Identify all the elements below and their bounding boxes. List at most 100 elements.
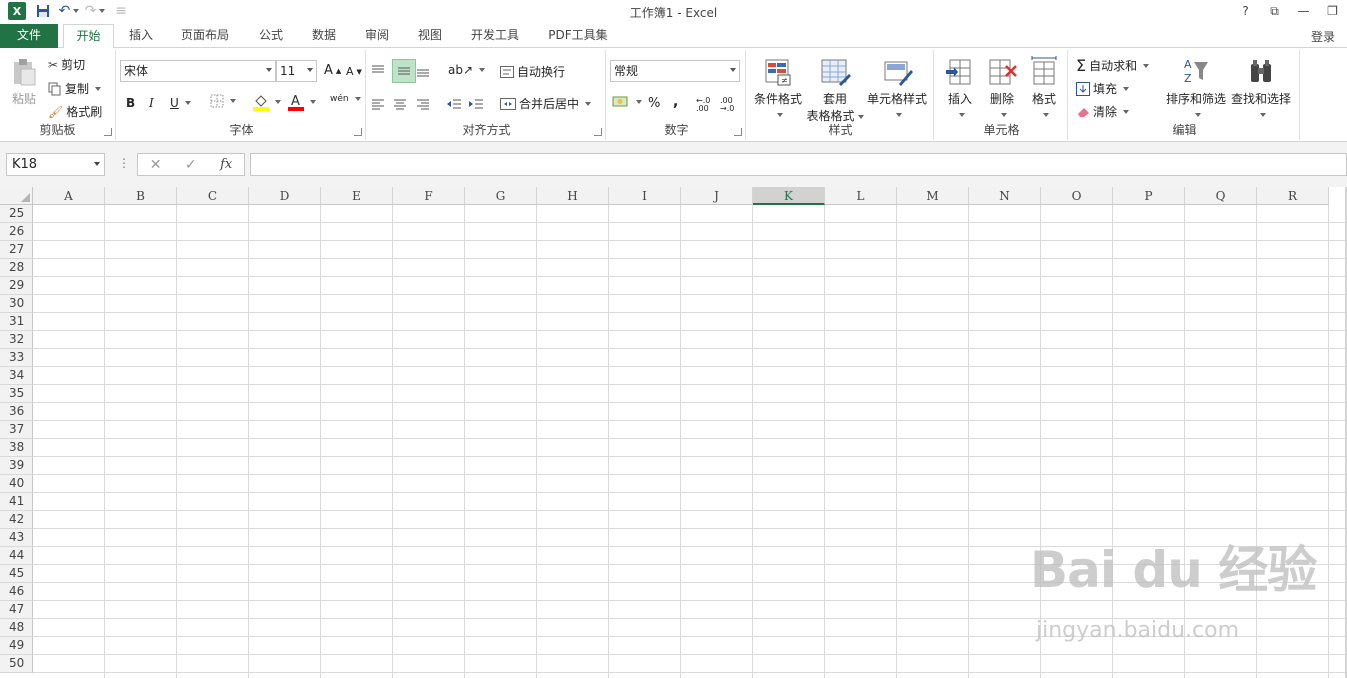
column-header[interactable]: D: [249, 187, 321, 205]
restore-button[interactable]: ❐: [1318, 0, 1347, 22]
bold-button[interactable]: B: [126, 96, 135, 110]
row-header[interactable]: 34: [0, 367, 33, 385]
cut-button[interactable]: ✂ 剪切: [48, 56, 85, 73]
row-header[interactable]: 35: [0, 385, 33, 403]
underline-button[interactable]: U: [170, 96, 191, 110]
phonetic-button[interactable]: wén: [330, 94, 361, 104]
row-header[interactable]: 37: [0, 421, 33, 439]
shrink-font-button[interactable]: A ▼: [346, 65, 362, 78]
column-header[interactable]: Q: [1185, 187, 1257, 205]
column-header[interactable]: L: [825, 187, 897, 205]
grow-font-button[interactable]: A ▲: [324, 63, 341, 78]
row-header[interactable]: 47: [0, 601, 33, 619]
tab-home[interactable]: 开始: [63, 24, 114, 49]
name-box[interactable]: K18: [6, 153, 105, 176]
column-header[interactable]: O: [1041, 187, 1113, 205]
column-header[interactable]: A: [33, 187, 105, 205]
tab-file[interactable]: 文件: [0, 24, 58, 48]
font-size-combo[interactable]: 11: [276, 60, 317, 82]
row-header[interactable]: 25: [0, 205, 33, 223]
wrap-text-button[interactable]: 自动换行: [500, 63, 565, 80]
cell-styles-button[interactable]: 单元格样式: [864, 56, 930, 121]
column-header[interactable]: F: [393, 187, 465, 205]
tab-pdf-tools[interactable]: PDF工具集: [540, 24, 616, 48]
delete-cells-button[interactable]: 删除: [982, 56, 1022, 121]
confirm-entry-icon[interactable]: ✓: [185, 157, 197, 173]
alignment-launcher-icon[interactable]: [594, 128, 602, 136]
tab-data[interactable]: 数据: [301, 24, 347, 48]
copy-button[interactable]: 复制: [48, 80, 102, 97]
column-header[interactable]: C: [177, 187, 249, 205]
column-header[interactable]: I: [609, 187, 681, 205]
conditional-formatting-button[interactable]: ≠ 条件格式: [750, 56, 806, 121]
tab-insert[interactable]: 插入: [118, 24, 164, 48]
row-header[interactable]: 44: [0, 547, 33, 565]
orientation-icon[interactable]: ab↗: [448, 63, 486, 77]
merge-center-button[interactable]: 合并后居中: [500, 95, 592, 112]
row-header[interactable]: 31: [0, 313, 33, 331]
row-header[interactable]: 41: [0, 493, 33, 511]
help-button[interactable]: ?: [1231, 0, 1260, 22]
tab-page-layout[interactable]: 页面布局: [172, 24, 238, 48]
column-header[interactable]: R: [1257, 187, 1329, 205]
column-header[interactable]: P: [1113, 187, 1185, 205]
align-top-icon[interactable]: [371, 60, 393, 82]
column-header[interactable]: G: [465, 187, 537, 205]
column-header[interactable]: M: [897, 187, 969, 205]
autosum-button[interactable]: Σ 自动求和: [1076, 56, 1150, 75]
row-header[interactable]: 30: [0, 295, 33, 313]
formula-bar-splitter-icon[interactable]: ⋮: [118, 156, 130, 170]
row-header[interactable]: 42: [0, 511, 33, 529]
decrease-decimal-button[interactable]: .00 →.0: [720, 97, 742, 113]
clear-button[interactable]: 清除: [1076, 103, 1130, 120]
row-header[interactable]: 49: [0, 637, 33, 655]
percent-button[interactable]: %: [648, 96, 660, 111]
formula-input[interactable]: [250, 153, 1347, 176]
accounting-format-button[interactable]: [612, 95, 642, 109]
fill-color-button[interactable]: [253, 93, 281, 111]
row-header[interactable]: 39: [0, 457, 33, 475]
row-header[interactable]: 38: [0, 439, 33, 457]
column-header[interactable]: J: [681, 187, 753, 205]
minimize-button[interactable]: —: [1289, 0, 1318, 22]
align-middle-icon[interactable]: [392, 59, 416, 83]
cancel-entry-icon[interactable]: ✕: [150, 157, 162, 173]
select-all-button[interactable]: [0, 187, 33, 205]
find-select-button[interactable]: 查找和选择: [1228, 56, 1294, 121]
format-cells-button[interactable]: 格式: [1024, 56, 1064, 121]
row-header[interactable]: 32: [0, 331, 33, 349]
column-header[interactable]: E: [321, 187, 393, 205]
insert-cells-button[interactable]: 插入: [940, 56, 980, 121]
row-header[interactable]: 29: [0, 277, 33, 295]
number-launcher-icon[interactable]: [734, 128, 742, 136]
row-header[interactable]: 40: [0, 475, 33, 493]
clipboard-launcher-icon[interactable]: [104, 128, 112, 136]
format-painter-button[interactable]: 🖌 格式刷: [48, 103, 102, 120]
row-header[interactable]: 26: [0, 223, 33, 241]
font-color-button[interactable]: A: [288, 93, 316, 111]
increase-decimal-button[interactable]: ←.0 .00: [696, 97, 718, 113]
italic-button[interactable]: I: [149, 96, 154, 110]
row-header[interactable]: 27: [0, 241, 33, 259]
insert-function-icon[interactable]: fx: [220, 157, 232, 172]
tab-formulas[interactable]: 公式: [248, 24, 294, 48]
align-bottom-icon[interactable]: [416, 60, 438, 82]
fill-button[interactable]: 填充: [1076, 80, 1130, 97]
column-header[interactable]: K: [753, 187, 825, 205]
align-center-icon[interactable]: [393, 93, 415, 115]
ribbon-display-options-icon[interactable]: ⧉: [1260, 0, 1289, 22]
row-header[interactable]: 45: [0, 565, 33, 583]
align-left-icon[interactable]: [371, 93, 393, 115]
increase-indent-icon[interactable]: [468, 93, 490, 115]
borders-button[interactable]: [210, 94, 236, 108]
column-header[interactable]: N: [969, 187, 1041, 205]
column-header[interactable]: B: [105, 187, 177, 205]
row-header[interactable]: 43: [0, 529, 33, 547]
comma-style-button[interactable]: ,: [673, 94, 678, 110]
tab-review[interactable]: 审阅: [354, 24, 400, 48]
row-header[interactable]: 33: [0, 349, 33, 367]
format-as-table-button[interactable]: 套用 表格格式: [804, 56, 866, 124]
row-header[interactable]: 28: [0, 259, 33, 277]
login-link[interactable]: 登录: [1311, 28, 1335, 45]
tab-view[interactable]: 视图: [407, 24, 453, 48]
